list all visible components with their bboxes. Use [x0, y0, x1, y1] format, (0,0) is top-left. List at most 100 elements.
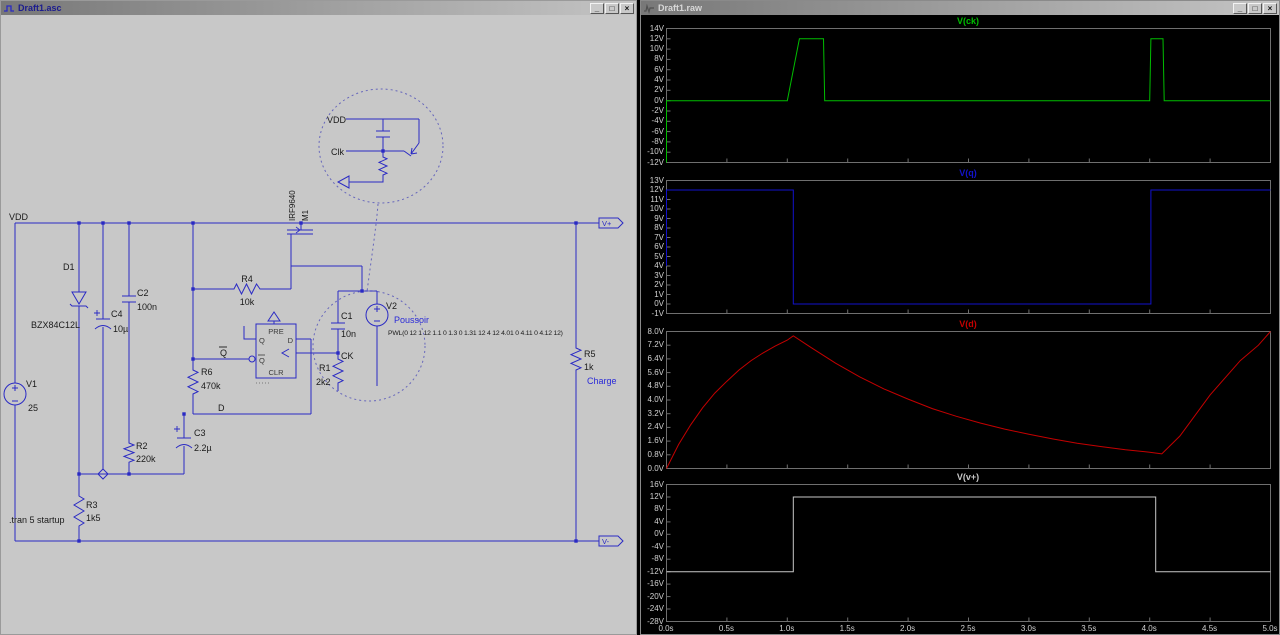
r2-name[interactable]: R2 — [136, 441, 148, 451]
waveform-plot-area[interactable]: V(ck) 14V 12V 10V 8V 6V 4V 2V 0V -2V -4V -6V -8V -10V… — [641, 15, 1279, 634]
v1-value[interactable]: 25 — [28, 403, 38, 413]
y-tick-label: 4V — [654, 75, 664, 84]
x-tick-label: 2.5s — [960, 624, 976, 633]
net-label-qbar[interactable]: Q — [220, 348, 227, 358]
y-tick-label: -16V — [647, 579, 664, 589]
x-tick-label: 2.0s — [900, 624, 916, 633]
waveform-titlebar[interactable]: Draft1.raw _ □ × — [641, 1, 1279, 15]
close-button[interactable]: × — [620, 2, 634, 14]
y-tick-label: 0V — [654, 529, 664, 539]
wire-drain[interactable] — [291, 265, 363, 291]
x-tick-label: 3.0s — [1020, 624, 1036, 633]
c2-name[interactable]: C2 — [137, 288, 149, 298]
resistor-r3[interactable] — [73, 474, 85, 541]
schematic-app-icon — [4, 4, 14, 12]
trace-vck[interactable] — [666, 38, 1271, 163]
v1-name[interactable]: V1 — [26, 379, 37, 389]
v2-name[interactable]: V2 — [386, 301, 397, 311]
wire-qbar[interactable] — [192, 223, 256, 363]
port-vplus-label[interactable]: V+ — [602, 219, 612, 228]
net-label-d[interactable]: D — [218, 403, 225, 413]
x-tick-label: 1.5s — [839, 624, 855, 633]
y-tick-label: 6.4V — [647, 353, 664, 363]
close-button[interactable]: × — [1263, 2, 1277, 14]
waveform-window[interactable]: Draft1.raw _ □ × V(ck) 14V 12V 10V 8V 6V 4V 2V 0… — [640, 0, 1280, 635]
trace-vq[interactable] — [666, 189, 1271, 305]
plot-pane-2[interactable] — [666, 331, 1272, 470]
charge-comment[interactable]: Charge — [587, 376, 617, 386]
capacitor-c3[interactable] — [174, 414, 193, 474]
d1-value[interactable]: BZX84C12L — [31, 320, 80, 330]
c2-value[interactable]: 100n — [137, 302, 157, 312]
y-tick-label: -8V — [651, 136, 664, 146]
x-tick-label: 5.0s — [1262, 624, 1278, 633]
diode-d1[interactable] — [69, 223, 89, 474]
v2-value[interactable]: PWL(0 12 1 12 1.1 0 1.3 0 1.31 12 4 12 4… — [388, 330, 563, 337]
plot-pane-1[interactable] — [666, 180, 1272, 315]
plot-pane-3[interactable] — [666, 484, 1272, 623]
schematic-titlebar[interactable]: Draft1.asc _ □ × — [1, 1, 636, 15]
c3-name[interactable]: C3 — [194, 428, 206, 438]
v2-comment[interactable]: Poussoir — [394, 315, 429, 325]
net-label-vdd[interactable]: VDD — [9, 212, 29, 222]
y-tick-label: -10V — [647, 147, 664, 157]
schematic-window[interactable]: Draft1.asc _ □ × VDD V1 25 D1 BZX84C12L … — [0, 0, 637, 635]
tran-directive[interactable]: .tran 5 startup — [9, 515, 65, 525]
plot-title-0[interactable]: V(ck) — [666, 16, 1270, 27]
y-tick-label: 1.6V — [647, 436, 664, 446]
capacitor-c4[interactable] — [94, 223, 112, 469]
resistor-r4[interactable] — [193, 241, 292, 296]
ff-clr-label: CLR — [268, 368, 284, 377]
annotation-circle-top — [318, 88, 444, 204]
r6-value[interactable]: 470k — [201, 381, 221, 391]
inset-clk-label: Clk — [331, 147, 344, 157]
c4-value[interactable]: 10µ — [113, 324, 128, 334]
schematic-canvas[interactable]: VDD V1 25 D1 BZX84C12L C4 10µ C2 100n R2… — [1, 15, 636, 635]
capacitor-c1[interactable] — [331, 291, 345, 356]
y-tick-label: 12V — [649, 33, 664, 43]
resistor-r5[interactable] — [569, 223, 583, 541]
r3-name[interactable]: R3 — [86, 500, 98, 510]
net-label-ck[interactable]: CK — [341, 351, 354, 361]
r2-value[interactable]: 220k — [136, 454, 156, 464]
x-tick-label: 1.0s — [779, 624, 795, 633]
c1-name[interactable]: C1 — [341, 311, 353, 321]
plot-title-3[interactable]: V(v+) — [666, 472, 1270, 483]
r5-name[interactable]: R5 — [584, 349, 596, 359]
c1-value[interactable]: 10n — [341, 329, 356, 339]
source-v1[interactable] — [3, 223, 27, 541]
plot-title-1[interactable]: V(q) — [666, 168, 1270, 179]
r3-value[interactable]: 1k5 — [86, 513, 101, 523]
y-tick-label: 0.0V — [647, 463, 664, 473]
schematic-canvas-area[interactable]: VDD V1 25 D1 BZX84C12L C4 10µ C2 100n R2… — [1, 15, 636, 634]
maximize-button[interactable]: □ — [605, 2, 619, 14]
port-vminus-label[interactable]: V- — [602, 537, 610, 546]
c4-name[interactable]: C4 — [111, 309, 123, 319]
plot-pane-0[interactable] — [666, 28, 1272, 164]
r4-value[interactable]: 10k — [240, 297, 255, 307]
minimize-button[interactable]: _ — [1233, 2, 1247, 14]
y-tick-label: 0V — [654, 299, 664, 308]
r6-name[interactable]: R6 — [201, 367, 213, 377]
r1-name[interactable]: R1 — [319, 363, 331, 373]
mosfet-m1[interactable] — [287, 223, 313, 289]
source-v2[interactable] — [337, 290, 389, 391]
m1-model[interactable]: IRF9640 — [288, 190, 297, 221]
y-tick-label: 9V — [654, 213, 664, 223]
minimize-button[interactable]: _ — [590, 2, 604, 14]
trace-vd[interactable] — [666, 331, 1271, 469]
d1-name[interactable]: D1 — [63, 262, 75, 272]
trace-vv+[interactable] — [666, 496, 1271, 573]
plot-title-2[interactable]: V(d) — [666, 319, 1270, 330]
r4-name[interactable]: R4 — [241, 274, 253, 284]
y-tick-label: -24V — [647, 604, 664, 613]
r5-value[interactable]: 1k — [584, 362, 594, 372]
y-tick-label: 10V — [649, 44, 664, 54]
resistor-r6[interactable] — [186, 359, 200, 414]
r1-value[interactable]: 2k2 — [316, 377, 331, 387]
m1-name[interactable]: M1 — [301, 209, 310, 221]
x-tick-label: 3.5s — [1081, 624, 1097, 633]
maximize-button[interactable]: □ — [1248, 2, 1262, 14]
c3-value[interactable]: 2.2µ — [194, 443, 212, 453]
resistor-r2[interactable] — [122, 441, 136, 474]
